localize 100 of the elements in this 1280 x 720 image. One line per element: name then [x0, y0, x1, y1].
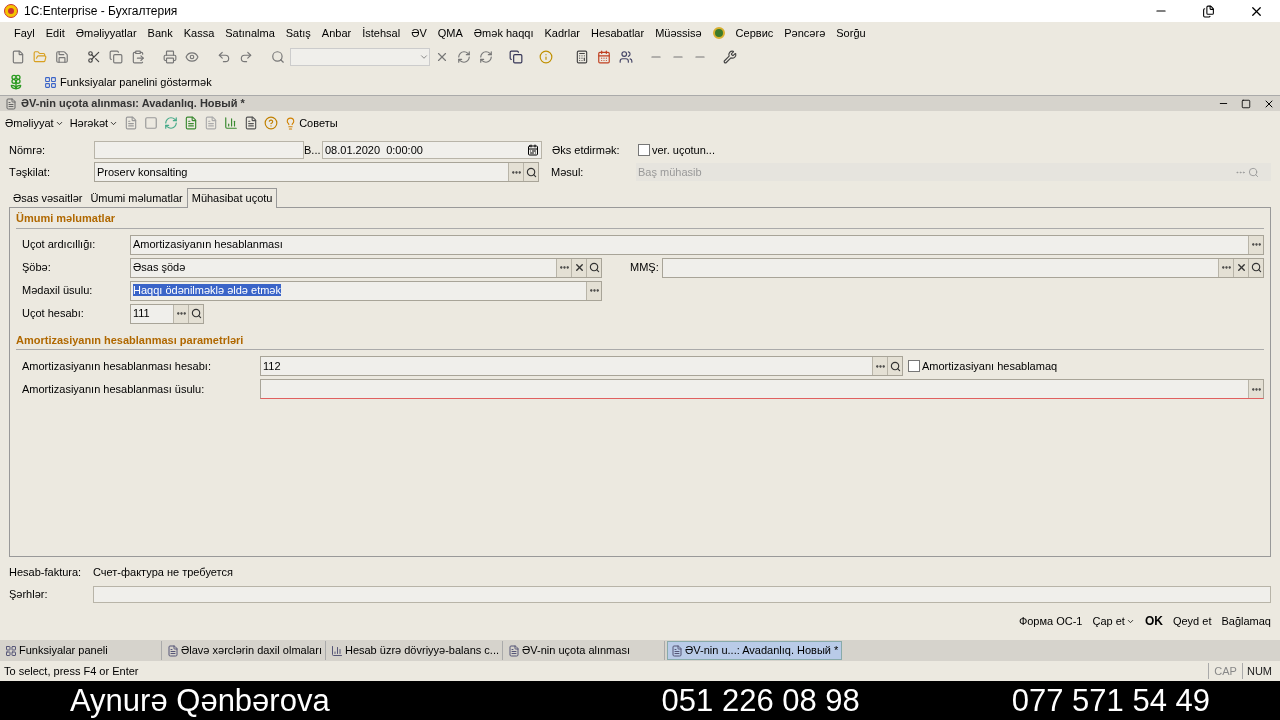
- form-button[interactable]: Bağlamaq: [1221, 612, 1271, 630]
- search-button[interactable]: [1248, 258, 1263, 277]
- choose-button[interactable]: [586, 281, 601, 300]
- document-icon: [508, 644, 520, 657]
- field-label: Şərhlər:: [9, 586, 49, 602]
- input-field[interactable]: 111: [130, 303, 204, 324]
- menu-item[interactable]: Kadrlar: [544, 24, 580, 42]
- taskbar-item[interactable]: Funksiyalar paneli: [2, 641, 162, 660]
- help-icon[interactable]: [264, 116, 279, 130]
- menu-item[interactable]: Сервис: [735, 24, 774, 42]
- clear-button[interactable]: [571, 258, 586, 277]
- post-icon[interactable]: [184, 116, 199, 130]
- action-menu-button[interactable]: Hərəkət: [69, 114, 119, 132]
- choose-button[interactable]: [1218, 258, 1233, 277]
- menu-item[interactable]: Əməliyyatlar: [75, 24, 137, 42]
- checkbox[interactable]: [638, 144, 650, 156]
- date-field[interactable]: 08.01.2020 0:00:00: [322, 141, 542, 159]
- tab[interactable]: Mühasibat uçotu: [186, 188, 278, 208]
- close-icon: [1235, 262, 1247, 273]
- clear-button[interactable]: [1233, 258, 1248, 277]
- menu-item[interactable]: Müəssisə: [655, 24, 702, 42]
- taskbar-item[interactable]: ƏV-nin u...: Avadanlıq. Новый *: [667, 641, 843, 660]
- form-icon[interactable]: [144, 116, 159, 130]
- input-field[interactable]: [662, 257, 1264, 278]
- tab[interactable]: Əsas vəsaitlər: [9, 190, 87, 207]
- document-icon: [167, 644, 179, 657]
- status-hint: To select, press F4 or Enter: [4, 663, 140, 679]
- search-icon: [889, 360, 901, 372]
- section-title: Amortizasiyanın hesablanması parametrləri: [16, 331, 1264, 350]
- refresh-icon[interactable]: [164, 116, 179, 130]
- input-field[interactable]: [260, 379, 1264, 399]
- caret-icon: [419, 52, 429, 62]
- emblem-icon[interactable]: [712, 27, 725, 39]
- restore-icon[interactable]: [1202, 4, 1215, 18]
- search-icon: [525, 166, 537, 178]
- menu-item[interactable]: QMA: [437, 24, 463, 42]
- menu-item[interactable]: Edit: [45, 24, 65, 42]
- menu-item[interactable]: Əmək haqqı: [473, 24, 534, 42]
- search-field[interactable]: [290, 48, 430, 66]
- flower-icon[interactable]: [8, 74, 24, 90]
- field-label: Amortizasiyanın hesablanması üsulu:: [22, 381, 206, 397]
- search-icon: [190, 308, 202, 319]
- report-icon[interactable]: [244, 116, 259, 130]
- input-field[interactable]: 112: [260, 356, 903, 376]
- search-button[interactable]: [523, 163, 538, 181]
- functions-panel-button[interactable]: Funksiyalar panelini göstərmək: [44, 73, 212, 91]
- choose-button[interactable]: [556, 258, 571, 277]
- taskbar-item[interactable]: Hesab üzrə dövriyyə-balans c...: [327, 641, 503, 660]
- field-label: Uçot hesabı:: [22, 306, 85, 322]
- menu-item[interactable]: Sorğu: [836, 24, 866, 42]
- menu-item[interactable]: Bank: [147, 24, 173, 42]
- form-button[interactable]: Qeyd et: [1172, 612, 1212, 630]
- choose-button[interactable]: [872, 357, 887, 375]
- field-label: Uçot ardıcıllığı:: [22, 237, 97, 253]
- document-title: ƏV-nin uçota alınması: Avadanlıq. Новый *: [21, 96, 246, 112]
- taskbar-item[interactable]: ƏV-nin uçota alınması: [505, 641, 665, 660]
- input-field[interactable]: Əsas şödə: [130, 257, 602, 278]
- invoice-link[interactable]: Счет-фактура не требуется: [93, 563, 233, 581]
- caption-phone: 077 571 54 49: [1011, 685, 1210, 716]
- panel-icon: [5, 644, 17, 657]
- calendar-icon: [527, 144, 539, 156]
- field-label: Nömrə:: [9, 142, 47, 158]
- choose-button[interactable]: [173, 304, 188, 323]
- choose-button[interactable]: [508, 163, 523, 181]
- print-menu-button[interactable]: Çap et: [1092, 612, 1135, 630]
- ok-button[interactable]: OK: [1144, 612, 1163, 630]
- app-logo-icon: [4, 4, 18, 18]
- tab[interactable]: Ümumi məlumatlar: [86, 190, 187, 207]
- tips-button[interactable]: Советы: [284, 114, 338, 132]
- input-field[interactable]: Amortizasiyanın hesablanması: [130, 234, 1264, 255]
- menu-item[interactable]: İstehsal: [362, 24, 401, 42]
- input-field[interactable]: Haqqı ödənilməklə əldə etmək: [130, 280, 602, 301]
- menu-item[interactable]: ƏV: [411, 24, 427, 42]
- menu-item[interactable]: Fayl: [14, 24, 35, 42]
- comments-field[interactable]: [93, 585, 1271, 603]
- menu-item[interactable]: Kassa: [183, 24, 215, 42]
- document-icon[interactable]: [124, 116, 139, 130]
- choose-button[interactable]: [1248, 380, 1263, 398]
- choose-button[interactable]: [1248, 235, 1263, 254]
- search-button[interactable]: [887, 357, 902, 375]
- panel-icon: [44, 75, 57, 89]
- search-button[interactable]: [586, 258, 601, 277]
- maximize-icon[interactable]: [1241, 98, 1251, 109]
- action-menu-button[interactable]: Əməliyyat: [5, 114, 64, 132]
- document-icon: [671, 644, 683, 657]
- checkbox[interactable]: [908, 360, 920, 372]
- menu-item[interactable]: Anbar: [321, 24, 352, 42]
- ledger-icon[interactable]: [224, 116, 239, 130]
- menu-item[interactable]: Satınalma: [225, 24, 275, 42]
- search-button[interactable]: [188, 304, 203, 323]
- menu-item[interactable]: Pəncərə: [784, 24, 826, 42]
- input-field[interactable]: Proserv konsalting: [94, 162, 539, 182]
- taskbar-item[interactable]: Əlavə xərclərin daxil olmaları: [164, 641, 326, 660]
- form-button[interactable]: Форма ОС-1: [1018, 612, 1083, 630]
- search-icon: [1250, 262, 1262, 273]
- search-icon: [588, 262, 600, 273]
- menu-item[interactable]: Satış: [285, 24, 311, 42]
- field-label: Məsul:: [551, 164, 585, 180]
- menu-item[interactable]: Hesabatlar: [590, 24, 645, 42]
- number-field[interactable]: [94, 141, 304, 159]
